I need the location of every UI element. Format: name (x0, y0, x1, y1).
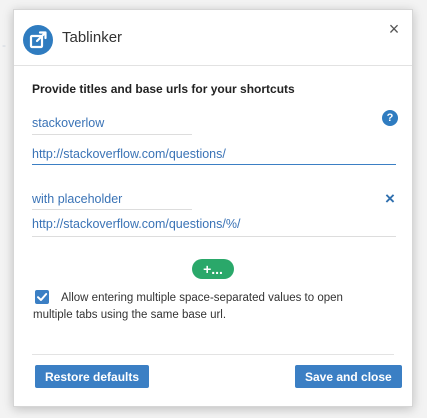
tablinker-logo-icon (23, 25, 53, 55)
shortcut-url-input[interactable] (32, 217, 372, 231)
help-icon[interactable]: ? (382, 110, 398, 126)
options-dialog: Tablinker × Provide titles and base urls… (13, 9, 413, 407)
add-shortcut-button[interactable]: +... (192, 259, 234, 279)
shortcut-title-input[interactable] (32, 116, 202, 130)
restore-defaults-button[interactable]: Restore defaults (35, 365, 150, 388)
shortcut-title-input[interactable] (32, 192, 232, 206)
field-underline (32, 209, 192, 210)
background-fragment: - (2, 38, 6, 52)
section-title: Provide titles and base urls for your sh… (32, 82, 295, 96)
remove-shortcut-icon[interactable]: × (382, 190, 398, 207)
app-title: Tablinker (62, 29, 123, 46)
footer-divider (32, 354, 394, 355)
multi-value-label: Allow entering multiple space-separated … (33, 292, 343, 321)
field-underline-active (32, 164, 396, 165)
dialog-header: Tablinker × (14, 10, 412, 66)
field-underline (32, 134, 192, 135)
save-and-close-button[interactable]: Save and close (295, 365, 402, 388)
field-underline (32, 236, 396, 237)
close-icon[interactable]: × (385, 20, 403, 38)
shortcut-url-input[interactable] (32, 147, 372, 161)
